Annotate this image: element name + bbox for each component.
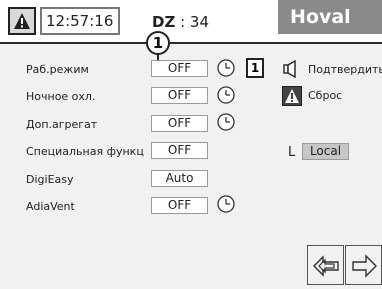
double-arrow-left-icon	[313, 255, 339, 277]
callout-marker: 1	[146, 31, 170, 55]
brand-logo: Hoval	[278, 0, 382, 34]
dz-indicator: DZ : 34	[152, 13, 209, 31]
digieasy-value[interactable]: Auto	[151, 170, 208, 187]
reset-label[interactable]: Сброс	[308, 89, 342, 102]
local-button[interactable]: Local	[302, 143, 349, 160]
warning-button[interactable]	[8, 7, 36, 35]
dz-label: DZ	[152, 13, 176, 31]
row-label-operating-mode: Раб.режим	[26, 63, 89, 76]
screen: 12:57:16 DZ : 34 Hoval 1 Раб.режим OFF 1…	[0, 0, 382, 289]
header-bar: 12:57:16 DZ : 34 Hoval	[0, 0, 382, 44]
clock-icon[interactable]	[216, 85, 236, 105]
adiavent-value[interactable]: OFF	[151, 197, 208, 214]
row-label-adiavent: AdiaVent	[26, 200, 75, 213]
row-label-digieasy: DigiEasy	[26, 173, 74, 186]
local-letter: L	[288, 145, 296, 160]
row-label-special-function: Специальная функц	[26, 145, 144, 158]
reset-button[interactable]	[282, 86, 302, 106]
arrow-right-icon	[352, 254, 377, 278]
operating-mode-value[interactable]: OFF	[151, 60, 208, 77]
row-label-night-cooling: Ночное охл.	[26, 90, 96, 103]
row-label-additional-unit: Доп.агрегат	[26, 118, 98, 131]
warning-triangle-icon	[14, 13, 30, 29]
additional-unit-value[interactable]: OFF	[151, 115, 208, 132]
night-cooling-value[interactable]: OFF	[151, 87, 208, 104]
warning-triangle-icon	[285, 89, 299, 103]
speaker-confirm-icon[interactable]	[283, 60, 299, 78]
clock-icon[interactable]	[216, 194, 236, 214]
prev-page-button[interactable]	[307, 245, 344, 285]
clock-icon[interactable]	[216, 112, 236, 132]
special-function-value[interactable]: OFF	[151, 142, 208, 159]
next-page-button[interactable]	[345, 245, 382, 285]
confirm-label[interactable]: Подтвердить	[308, 63, 382, 76]
dz-value: : 34	[180, 13, 210, 31]
time-display: 12:57:16	[40, 7, 120, 35]
day-program-button[interactable]: 1	[246, 58, 264, 78]
clock-icon[interactable]	[216, 58, 236, 78]
